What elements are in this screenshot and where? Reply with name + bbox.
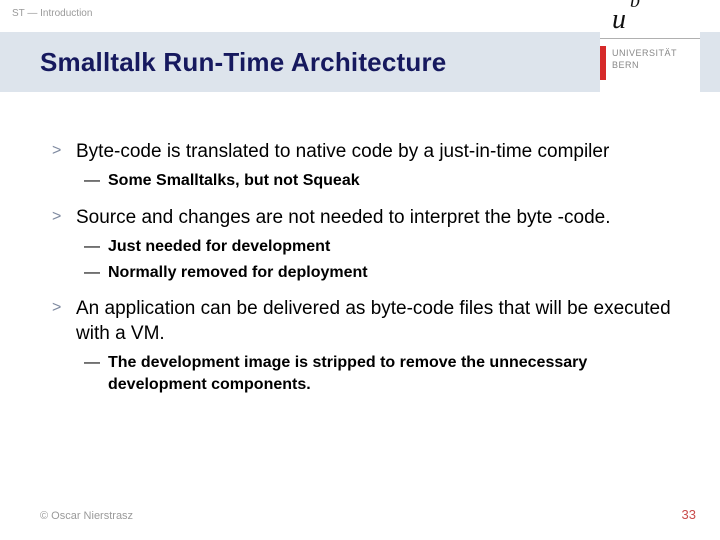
university-logo: u b UNIVERSITÄT BERN	[600, 4, 700, 96]
bullet-3-sub-1: The development image is stripped to rem…	[52, 352, 672, 395]
bullet-3: An application can be delivered as byte-…	[52, 297, 672, 346]
logo-red-bar	[600, 46, 606, 80]
bullet-2-sub-2: Normally removed for deployment	[52, 262, 672, 284]
logo-u-glyph: u	[612, 4, 626, 36]
footer-page-number: 33	[682, 507, 696, 522]
bullet-1: Byte-code is translated to native code b…	[52, 140, 672, 164]
bullet-1-sub-1: Some Smalltalks, but not Squeak	[52, 170, 672, 192]
bullet-2: Source and changes are not needed to int…	[52, 206, 672, 230]
breadcrumb: ST — Introduction	[12, 8, 92, 19]
logo-b-glyph: b	[630, 0, 640, 13]
bullet-2-sub-1: Just needed for development	[52, 236, 672, 258]
logo-text-universitat: UNIVERSITÄT	[612, 48, 677, 58]
content-body: Byte-code is translated to native code b…	[52, 140, 672, 409]
slide: ST — Introduction Smalltalk Run-Time Arc…	[0, 0, 720, 540]
logo-text-bern: BERN	[612, 60, 639, 70]
logo-divider	[600, 38, 700, 39]
page-title: Smalltalk Run-Time Architecture	[0, 47, 446, 78]
footer-copyright: © Oscar Nierstrasz	[40, 510, 133, 522]
